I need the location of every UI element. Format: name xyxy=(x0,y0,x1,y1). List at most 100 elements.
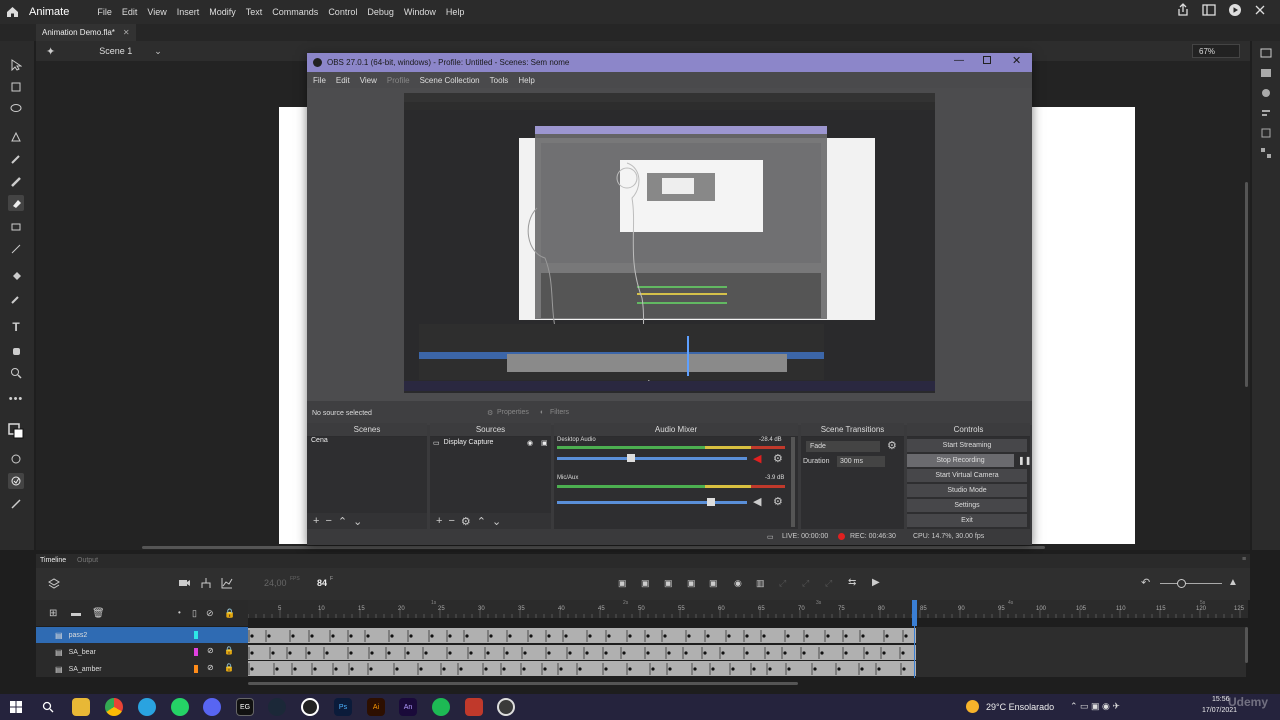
keyframe-dot[interactable] xyxy=(706,634,710,638)
delete-layer-icon[interactable]: 🗑 xyxy=(92,608,105,619)
minimize-icon[interactable]: — xyxy=(954,55,964,66)
keyframe-dot[interactable] xyxy=(543,667,547,671)
new-folder-icon[interactable]: ▬ xyxy=(71,608,81,619)
timeline-horizontal-scrollbar[interactable] xyxy=(248,682,798,685)
keyframe-dot[interactable] xyxy=(604,667,608,671)
keyframe-dot[interactable] xyxy=(250,634,254,638)
pencil-icon[interactable] xyxy=(8,151,24,167)
keyframe-dot[interactable] xyxy=(693,667,697,671)
keyframe-dot[interactable] xyxy=(350,667,354,671)
obs-menu-file[interactable]: File xyxy=(313,76,326,85)
show-all-dot-icon[interactable]: • xyxy=(178,608,181,617)
obs-close-icon[interactable]: ✕ xyxy=(1012,54,1021,67)
desktop-audio-slider[interactable] xyxy=(557,457,747,460)
keyframe-dot[interactable] xyxy=(882,651,886,655)
weather-sun-icon[interactable] xyxy=(966,700,979,713)
pause-icon[interactable]: ❚❚ xyxy=(1018,456,1031,465)
mic-aux-volume-icon[interactable]: ◀ xyxy=(753,495,761,508)
expand-timeline-icon[interactable]: ▲ xyxy=(1228,577,1238,588)
clock-time[interactable]: 15:56 xyxy=(1212,696,1230,703)
whatsapp-icon[interactable] xyxy=(171,698,189,716)
stroke-fill-color-icon[interactable] xyxy=(8,423,24,439)
obs-menu-view[interactable]: View xyxy=(360,76,377,85)
lasso-icon[interactable] xyxy=(8,101,24,117)
keyframe-dot[interactable] xyxy=(469,651,473,655)
first-frame-icon[interactable]: ▣ xyxy=(618,578,627,589)
filters-button[interactable]: Filters xyxy=(550,409,569,416)
menu-file[interactable]: File xyxy=(97,7,112,17)
onion-skin-icon[interactable]: ◉ xyxy=(734,578,742,589)
keyframe-dot[interactable] xyxy=(787,667,791,671)
hidden-layer-icon[interactable]: ⊘ xyxy=(207,663,214,672)
keyframe-dot[interactable] xyxy=(687,634,691,638)
keyframe-dot[interactable] xyxy=(826,634,830,638)
keyframe-dot[interactable] xyxy=(489,634,493,638)
properties-panel-icon[interactable] xyxy=(1258,45,1274,61)
keyframe-dot[interactable] xyxy=(628,634,632,638)
keyframe-dot[interactable] xyxy=(547,634,551,638)
properties-button[interactable]: Properties xyxy=(497,409,529,416)
exit-button[interactable]: Exit xyxy=(907,514,1027,527)
layer-color-swatch[interactable] xyxy=(194,648,198,656)
outline-all-icon[interactable]: ▯ xyxy=(192,608,197,619)
keyframe-dot[interactable] xyxy=(646,634,650,638)
obs-taskbar-icon[interactable] xyxy=(497,698,515,716)
play-icon[interactable]: ▶ xyxy=(872,577,880,588)
remove-scene-icon[interactable]: − xyxy=(325,515,331,527)
menu-debug[interactable]: Debug xyxy=(367,7,394,17)
source-up-icon[interactable]: ⌃ xyxy=(477,515,486,528)
keyframe-dot[interactable] xyxy=(313,667,317,671)
keyframe-dot[interactable] xyxy=(684,651,688,655)
scene-up-icon[interactable]: ⌃ xyxy=(338,515,347,528)
layer-color-swatch[interactable] xyxy=(194,665,198,673)
start-virtual-camera-button[interactable]: Start Virtual Camera xyxy=(907,469,1027,482)
keyframe-dot[interactable] xyxy=(424,651,428,655)
keyframe-dot[interactable] xyxy=(310,634,314,638)
spotify-icon[interactable] xyxy=(432,698,450,716)
insert-keyframe-icon[interactable]: ▣ xyxy=(664,578,673,589)
start-streaming-button[interactable]: Start Streaming xyxy=(907,439,1027,452)
next-keyframe-icon[interactable]: ▣ xyxy=(687,578,696,589)
keyframe-dot[interactable] xyxy=(766,651,770,655)
remove-source-icon[interactable]: − xyxy=(448,515,454,527)
eyedropper-icon[interactable] xyxy=(8,291,24,307)
add-scene-icon[interactable]: + xyxy=(313,515,319,527)
components-panel-icon[interactable] xyxy=(1258,145,1274,161)
keyframe-dot[interactable] xyxy=(622,651,626,655)
scene-selector[interactable]: Scene 1 xyxy=(99,46,132,56)
hand-tool-icon[interactable] xyxy=(8,342,24,358)
timeline-tab[interactable]: Timeline xyxy=(40,557,66,564)
keyframe-dot[interactable] xyxy=(768,667,772,671)
locked-layer-icon[interactable]: 🔒 xyxy=(224,646,234,655)
transform-panel-icon[interactable] xyxy=(1258,125,1274,141)
source-item[interactable]: ▭ Display Capture ◉ ▣ xyxy=(433,437,551,448)
filters-icon[interactable]: ◐ xyxy=(540,409,544,416)
locked-layer-icon[interactable]: 🔒 xyxy=(224,663,234,672)
lock-all-icon[interactable]: 🔒 xyxy=(224,608,235,619)
steam-icon[interactable] xyxy=(268,698,286,716)
audio-mixer-scrollbar[interactable] xyxy=(791,437,795,527)
snap-tool-icon[interactable] xyxy=(8,473,24,489)
photoshop-icon[interactable]: Ps xyxy=(334,698,352,716)
layers-icon[interactable] xyxy=(48,578,60,590)
keyframe-dot[interactable] xyxy=(745,651,749,655)
free-transform-icon[interactable] xyxy=(8,79,24,95)
wand-icon[interactable] xyxy=(8,496,24,512)
file-explorer-icon[interactable] xyxy=(72,698,90,716)
keyframe-dot[interactable] xyxy=(448,651,452,655)
keyframe-dot[interactable] xyxy=(646,651,650,655)
keyframe-dot[interactable] xyxy=(334,667,338,671)
keyframe-dot[interactable] xyxy=(786,634,790,638)
more-tools-icon[interactable]: ••• xyxy=(8,391,24,407)
frame-ruler[interactable]: 5 10 15 20 25 30 35 40 45 50 55 60 65 70… xyxy=(248,600,1248,618)
lock-icon[interactable]: ▣ xyxy=(541,439,548,447)
keyframe-dot[interactable] xyxy=(663,634,667,638)
telegram-icon[interactable] xyxy=(138,698,156,716)
menu-view[interactable]: View xyxy=(147,7,166,17)
layer-name[interactable]: pass2 xyxy=(69,632,88,639)
keyframe-dot[interactable] xyxy=(802,651,806,655)
timeline-zoom-handle[interactable] xyxy=(1177,579,1186,588)
mic-aux-settings-icon[interactable]: ⚙ xyxy=(773,495,783,508)
keyframe-dot[interactable] xyxy=(805,634,809,638)
text-tool-icon[interactable]: T xyxy=(8,319,24,335)
